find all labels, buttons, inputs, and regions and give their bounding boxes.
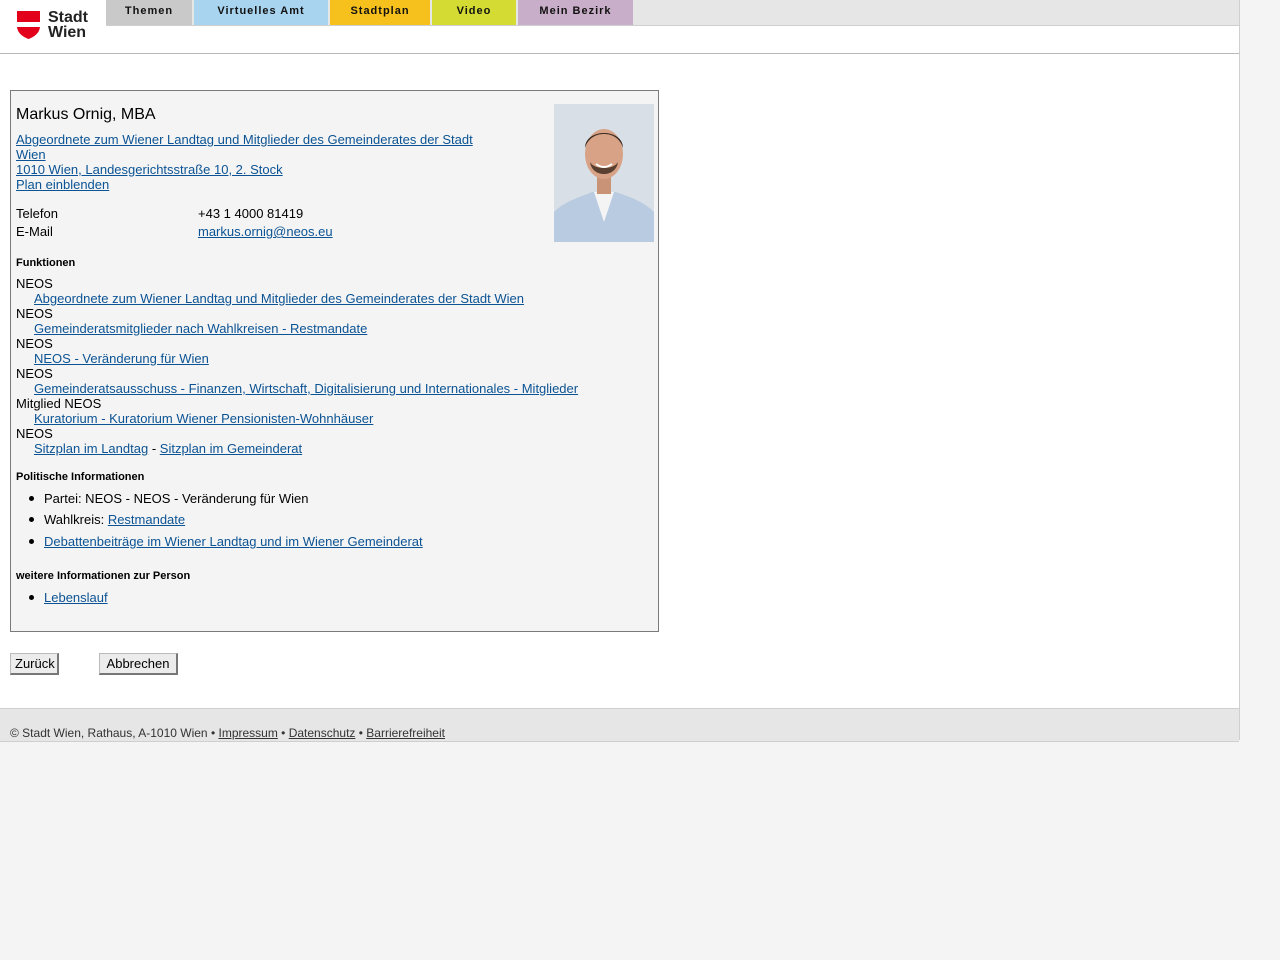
list-item: Lebenslauf — [11, 590, 108, 611]
function-link[interactable]: Kuratorium - Kuratorium Wiener Pensionis… — [34, 411, 373, 426]
main-navigation: Themen Virtuelles Amt Stadtplan Video Me… — [106, 0, 1239, 26]
email-link[interactable]: markus.ornig@neos.eu — [198, 224, 333, 239]
email-label: E-Mail — [16, 224, 53, 239]
seating-plan-links: Sitzplan im Landtag - Sitzplan im Gemein… — [34, 441, 302, 456]
phone-value: +43 1 4000 81419 — [198, 206, 304, 221]
footer-separator: • — [355, 726, 367, 740]
accessibility-link[interactable]: Barrierefreiheit — [366, 726, 445, 740]
cv-link[interactable]: Lebenslauf — [44, 590, 108, 605]
function-link[interactable]: Abgeordnete zum Wiener Landtag und Mitgl… — [34, 291, 524, 306]
impressum-link[interactable]: Impressum — [218, 726, 277, 740]
seating-plan-landtag-link[interactable]: Sitzplan im Landtag — [34, 441, 148, 456]
wien-shield-icon — [17, 11, 40, 39]
phone-label: Telefon — [16, 206, 58, 221]
list-item: Debattenbeiträge im Wiener Landtag und i… — [11, 534, 423, 555]
more-info-heading: weitere Informationen zur Person — [16, 570, 191, 582]
privacy-link[interactable]: Datenschutz — [289, 726, 356, 740]
footer-separator: • — [277, 726, 289, 740]
back-button[interactable]: Zurück — [10, 653, 59, 675]
function-role: NEOS — [16, 426, 53, 441]
functions-heading: Funktionen — [16, 257, 76, 269]
function-role: NEOS — [16, 306, 53, 321]
person-photo — [554, 104, 654, 242]
function-link[interactable]: Gemeinderatsmitglieder nach Wahlkreisen … — [34, 321, 367, 336]
function-role: NEOS — [16, 276, 53, 291]
political-info-list: Partei: NEOS - NEOS - Veränderung für Wi… — [11, 491, 423, 555]
cancel-button[interactable]: Abbrechen — [99, 653, 178, 675]
district-label: Wahlkreis: — [44, 512, 108, 527]
org-link-line1[interactable]: Abgeordnete zum Wiener Landtag und Mitgl… — [16, 132, 473, 147]
seating-plan-separator: - — [151, 441, 157, 456]
person-name: Markus Ornig, MBA — [16, 106, 156, 123]
page: Stadt Wien Themen Virtuelles Amt Stadtpl… — [0, 0, 1240, 742]
address-link[interactable]: 1010 Wien, Landesgerichtsstraße 10, 2. S… — [16, 162, 283, 177]
person-detail-card: Markus Ornig, MBA Abgeordnete zum Wiener… — [10, 90, 659, 632]
more-info-list: Lebenslauf — [11, 590, 108, 611]
function-role: NEOS — [16, 336, 53, 351]
party-text: Partei: NEOS - NEOS - Veränderung für Wi… — [44, 491, 309, 506]
political-info-heading: Politische Informationen — [16, 471, 145, 483]
logo-text: Stadt Wien — [48, 9, 88, 41]
list-item: Wahlkreis: Restmandate — [11, 512, 423, 533]
footer-text: © Stadt Wien, Rathaus, A-1010 Wien • Imp… — [10, 726, 445, 740]
footer: © Stadt Wien, Rathaus, A-1010 Wien • Imp… — [0, 708, 1239, 742]
header: Stadt Wien Themen Virtuelles Amt Stadtpl… — [0, 0, 1239, 54]
debates-link[interactable]: Debattenbeiträge im Wiener Landtag und i… — [44, 534, 423, 549]
nav-tab-virtuelles-amt[interactable]: Virtuelles Amt — [194, 0, 328, 25]
function-role: Mitglied NEOS — [16, 396, 102, 411]
nav-tab-mein-bezirk[interactable]: Mein Bezirk — [518, 0, 633, 25]
function-role: NEOS — [16, 366, 53, 381]
function-link[interactable]: Gemeinderatsausschuss - Finanzen, Wirtsc… — [34, 381, 578, 396]
show-map-link[interactable]: Plan einblenden — [16, 177, 109, 192]
org-link-line2[interactable]: Wien — [16, 147, 46, 162]
function-link[interactable]: NEOS - Veränderung für Wien — [34, 351, 209, 366]
nav-tab-stadtplan[interactable]: Stadtplan — [330, 0, 430, 25]
logo-line1: Stadt — [48, 9, 88, 26]
list-item: Partei: NEOS - NEOS - Veränderung für Wi… — [11, 491, 423, 512]
nav-tab-video[interactable]: Video — [432, 0, 516, 25]
district-link[interactable]: Restmandate — [108, 512, 185, 527]
stadt-wien-logo[interactable]: Stadt Wien — [17, 10, 97, 42]
footer-copyright: © Stadt Wien, Rathaus, A-1010 Wien • — [10, 726, 219, 740]
logo-line2: Wien — [48, 24, 87, 41]
seating-plan-gemeinderat-link[interactable]: Sitzplan im Gemeinderat — [160, 441, 302, 456]
nav-tab-themen[interactable]: Themen — [106, 0, 192, 25]
